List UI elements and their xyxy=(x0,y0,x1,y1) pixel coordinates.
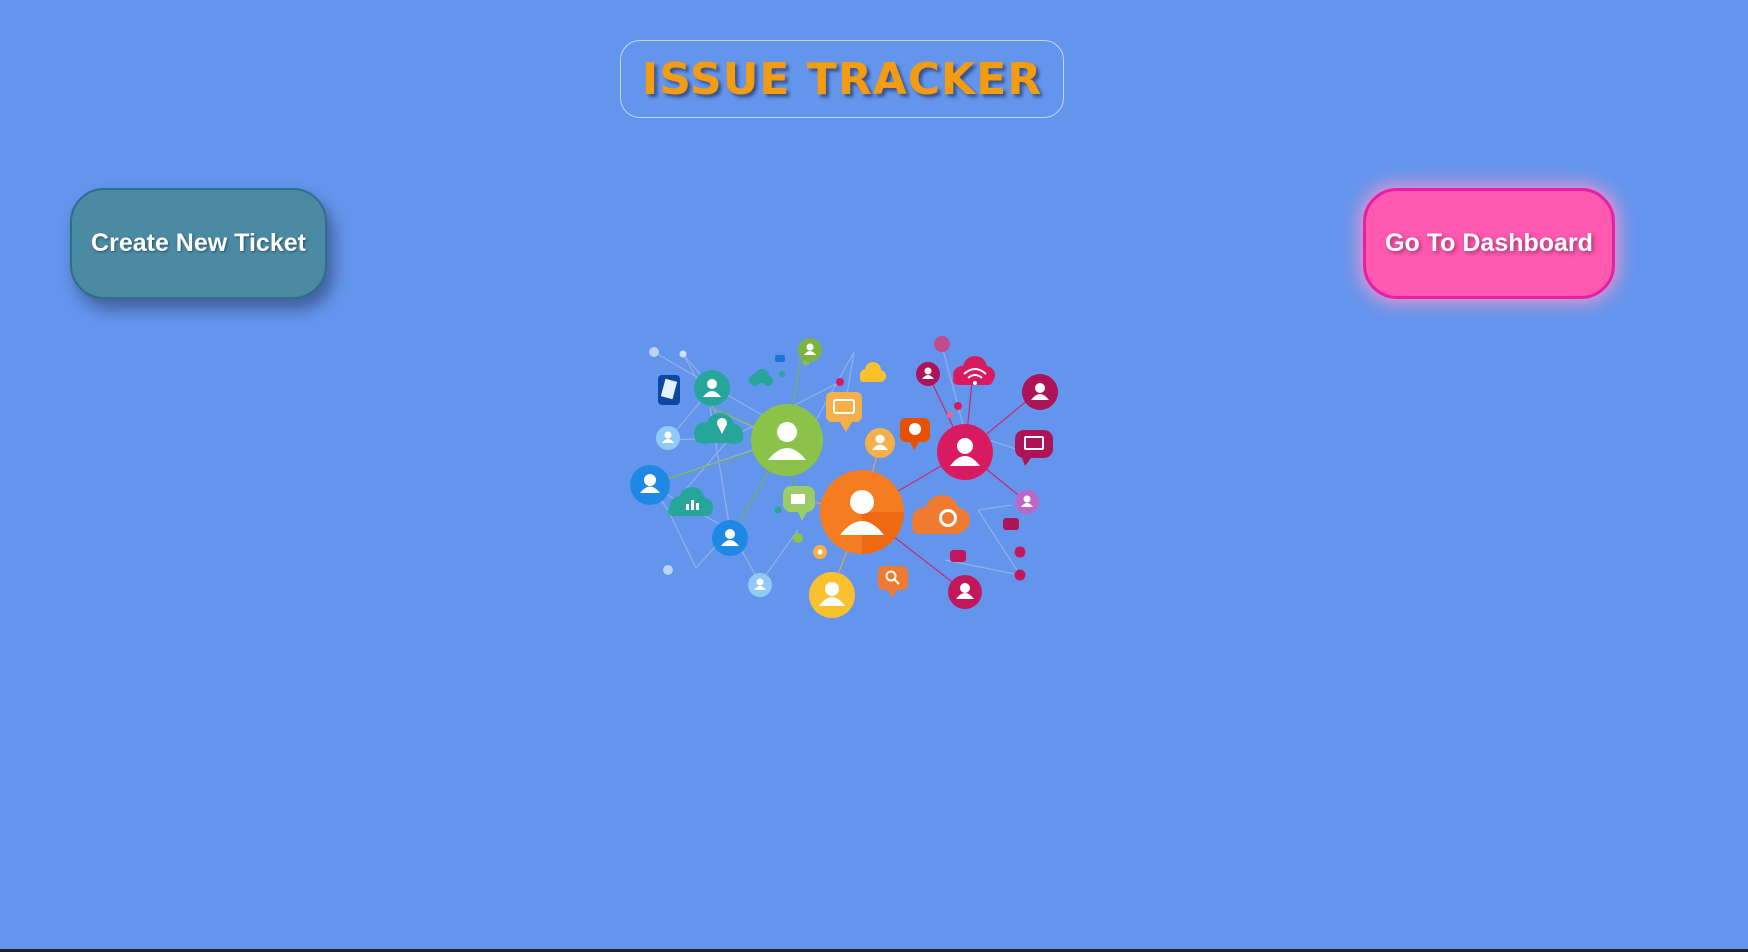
user-avatars xyxy=(630,338,1058,618)
create-ticket-button[interactable]: Create New Ticket xyxy=(70,188,327,299)
page-title: ISSUE TRACKER xyxy=(641,53,1043,105)
social-network-illustration xyxy=(630,336,1058,618)
dashboard-button[interactable]: Go To Dashboard xyxy=(1363,188,1615,299)
title-box: ISSUE TRACKER xyxy=(620,40,1064,118)
